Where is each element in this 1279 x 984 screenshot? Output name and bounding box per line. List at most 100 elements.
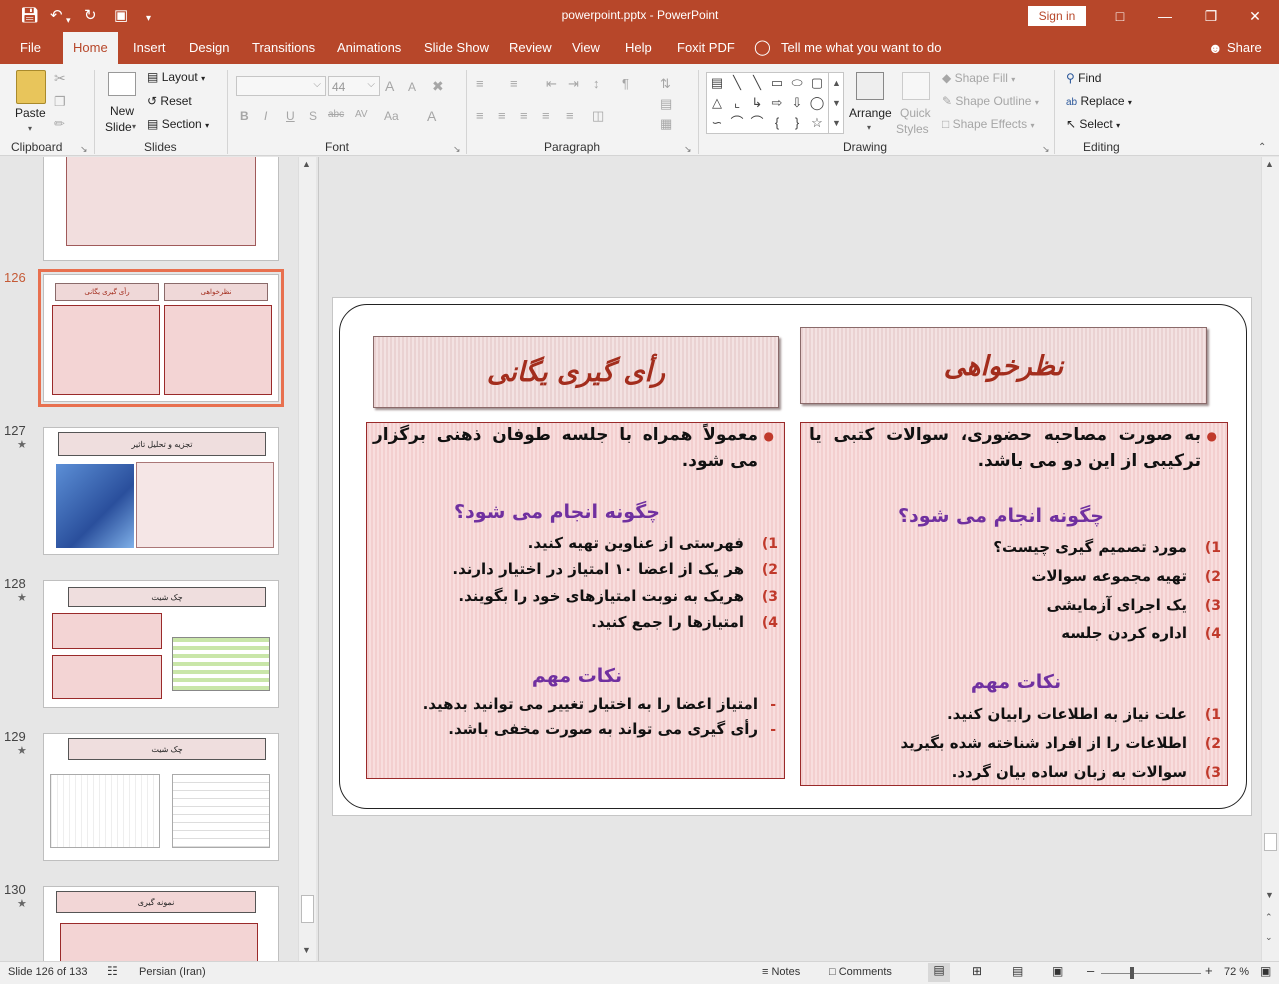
oval-shape-icon[interactable]: ⬭ xyxy=(789,75,805,91)
layout-button[interactable]: ▤ Layout ▾ xyxy=(147,70,205,84)
scroll-down-icon[interactable]: ▼ xyxy=(302,945,311,955)
close-icon[interactable]: ✕ xyxy=(1240,4,1270,28)
slide-thumbnail[interactable]: چک شیت xyxy=(43,733,279,861)
right-title-box[interactable]: نظرخواهی xyxy=(800,327,1207,404)
new-slide-button[interactable]: New xyxy=(110,104,134,118)
rounded-rect-shape-icon[interactable]: ▢ xyxy=(809,75,825,91)
curve-shape-icon[interactable]: ∽ xyxy=(709,115,725,131)
zoom-slider-track[interactable] xyxy=(1101,973,1201,974)
font-size-select[interactable]: 44 ⌵ xyxy=(328,76,380,96)
present-icon[interactable]: ▣ xyxy=(114,6,128,26)
align-left-icon[interactable]: ≡ xyxy=(476,108,484,123)
zoom-in-icon[interactable]: + xyxy=(1205,963,1213,978)
comments-button[interactable]: □ Comments xyxy=(829,966,892,978)
zoom-out-icon[interactable]: – xyxy=(1087,963,1094,978)
line-shape-icon[interactable]: ╲ xyxy=(729,75,745,91)
slide-thumbnail[interactable]: نمونه گیری xyxy=(43,886,279,961)
scroll-up-icon[interactable]: ▲ xyxy=(1265,159,1274,169)
down-arrow-shape-icon[interactable]: ⇩ xyxy=(789,95,805,111)
next-slide-icon[interactable]: ⌄ xyxy=(1265,932,1273,943)
paste-button[interactable]: Paste xyxy=(15,106,46,120)
reset-button[interactable]: ↺ Reset xyxy=(147,94,192,108)
shadow-button[interactable]: S xyxy=(309,109,317,123)
smartart-icon[interactable]: ▦ xyxy=(660,116,672,132)
shrink-font-icon[interactable]: A xyxy=(408,80,416,94)
right-arrow-shape-icon[interactable]: ⇨ xyxy=(769,95,785,111)
star-shape-icon[interactable]: ☆ xyxy=(809,115,825,131)
restore-icon[interactable]: ❐ xyxy=(1196,4,1226,28)
quick-styles-button[interactable]: Quick xyxy=(900,106,931,120)
tab-foxit-pdf[interactable]: Foxit PDF xyxy=(677,32,735,64)
paste-icon[interactable] xyxy=(16,70,46,104)
select-button[interactable]: ↖ Select ▾ xyxy=(1066,117,1120,131)
language-indicator[interactable]: Persian (Iran) xyxy=(139,966,206,978)
line-spacing-icon[interactable]: ↕ xyxy=(593,76,600,91)
sign-in-button[interactable]: Sign in xyxy=(1028,6,1086,26)
slideshow-view-icon[interactable]: ▣ xyxy=(1052,964,1063,978)
right-brace-shape-icon[interactable]: } xyxy=(789,115,805,131)
ribbon-display-icon[interactable]: □ xyxy=(1105,4,1135,28)
line2-shape-icon[interactable]: ╲ xyxy=(749,75,765,91)
tab-design[interactable]: Design xyxy=(189,32,229,64)
elbow-shape-icon[interactable]: ⌞ xyxy=(729,95,745,111)
slide-sorter-icon[interactable]: ⊞ xyxy=(972,964,982,978)
bullets-icon[interactable]: ≡ xyxy=(476,76,484,91)
new-slide-dropdown-icon[interactable]: ▾ xyxy=(132,122,136,131)
normal-view-icon[interactable]: ▤ xyxy=(928,963,950,982)
rtl-icon[interactable]: ¶ xyxy=(622,76,629,91)
customize-qat-icon[interactable]: ▾ xyxy=(146,9,151,29)
zoom-level[interactable]: 72 % xyxy=(1224,966,1249,978)
slide-thumbnail-selected[interactable]: رأی گیری یگانی نظرخواهی xyxy=(38,269,284,407)
slide-canvas[interactable]: رأی گیری یگانی نظرخواهی ● معمولاً همراه … xyxy=(332,297,1252,816)
scroll-thumb[interactable] xyxy=(1264,833,1277,851)
right-content-box[interactable]: ● به صورت مصاحبه حضوری، سوالات کتبی یا ت… xyxy=(800,422,1228,786)
numbering-icon[interactable]: ≡ xyxy=(510,76,518,91)
tab-help[interactable]: Help xyxy=(625,32,652,64)
justify-icon[interactable]: ≡ xyxy=(542,108,550,123)
arrange-dropdown-icon[interactable]: ▾ xyxy=(867,123,871,132)
columns-icon[interactable]: ◫ xyxy=(592,108,604,124)
shape-fill-button[interactable]: ◆ Shape Fill ▾ xyxy=(942,71,1015,85)
zoom-slider-thumb[interactable] xyxy=(1130,967,1134,979)
tab-slide-show[interactable]: Slide Show xyxy=(424,32,489,64)
redo-icon[interactable]: ↻ xyxy=(84,6,97,26)
rectangle-shape-icon[interactable]: ▭ xyxy=(769,75,785,91)
decrease-indent-icon[interactable]: ⇤ xyxy=(546,76,557,92)
distributed-icon[interactable]: ≡ xyxy=(566,108,574,123)
editor-scrollbar[interactable]: ▲ ▼ ⌃ ⌄ xyxy=(1261,157,1279,961)
slide-thumbnail[interactable]: تجزیه و تحلیل تاثیر xyxy=(43,427,279,555)
tab-home[interactable]: Home xyxy=(63,32,118,64)
shape-effects-button[interactable]: □ Shape Effects ▾ xyxy=(942,117,1034,131)
arc2-shape-icon[interactable]: ⌒ xyxy=(749,115,765,131)
triangle-shape-icon[interactable]: △ xyxy=(709,95,725,111)
paragraph-launcher-icon[interactable]: ↘ xyxy=(684,144,692,155)
clear-format-icon[interactable]: ✖ xyxy=(432,78,444,95)
slide-thumbnail[interactable] xyxy=(43,157,279,261)
previous-slide-icon[interactable]: ⌃ xyxy=(1265,912,1273,923)
arc-shape-icon[interactable]: ⌒ xyxy=(729,115,745,131)
char-spacing-button[interactable]: AV xyxy=(355,109,368,120)
font-color-button[interactable]: A xyxy=(427,108,436,124)
undo-icon[interactable]: ↶ xyxy=(50,6,63,26)
save-icon[interactable]: 💾︎ xyxy=(20,6,39,26)
undo-dropdown-icon[interactable]: ▾ xyxy=(66,10,71,30)
tab-review[interactable]: Review xyxy=(509,32,552,64)
font-launcher-icon[interactable]: ↘ xyxy=(453,144,461,155)
drawing-launcher-icon[interactable]: ↘ xyxy=(1042,144,1050,155)
scroll-up-icon[interactable]: ▲ xyxy=(302,159,311,169)
underline-button[interactable]: U xyxy=(286,109,295,123)
increase-indent-icon[interactable]: ⇥ xyxy=(568,76,579,92)
slide-thumbnail[interactable]: چک شیت xyxy=(43,580,279,708)
tab-view[interactable]: View xyxy=(572,32,600,64)
tab-file[interactable]: File xyxy=(20,32,41,64)
paste-dropdown-icon[interactable]: ▾ xyxy=(28,124,32,133)
format-painter-icon[interactable]: ✏ xyxy=(54,116,65,132)
italic-button[interactable]: I xyxy=(264,109,267,123)
scroll-thumb[interactable] xyxy=(301,895,314,923)
new-slide-icon[interactable] xyxy=(108,72,136,96)
quick-styles-label[interactable]: Styles xyxy=(896,122,929,136)
quick-styles-icon[interactable] xyxy=(902,72,930,100)
copy-icon[interactable]: ❐ xyxy=(54,94,66,110)
tab-insert[interactable]: Insert xyxy=(133,32,166,64)
textbox-shape-icon[interactable]: ▤ xyxy=(709,75,725,91)
